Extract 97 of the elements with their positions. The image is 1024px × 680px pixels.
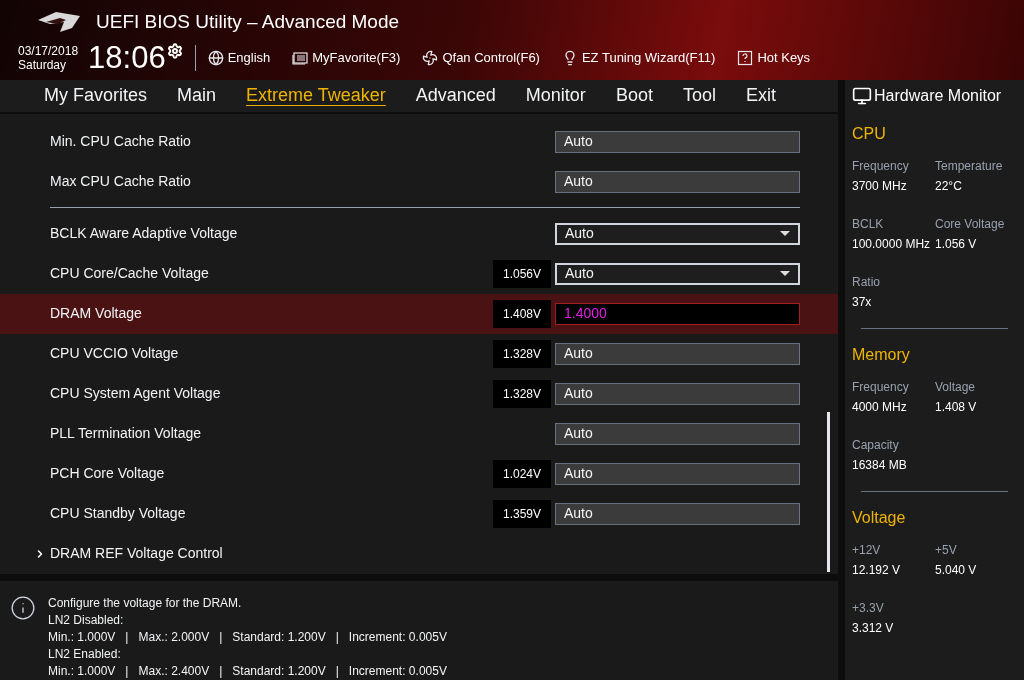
- panel-title: Hardware Monitor: [874, 86, 1002, 106]
- voltage-reading: 1.328V: [493, 379, 551, 408]
- setting-label: PCH Core Voltage: [50, 464, 166, 484]
- metric-value: 37x: [852, 294, 873, 311]
- setting-row[interactable]: DRAM Voltage 1.408V 1.4000: [0, 293, 838, 334]
- metric-value: 12.192 V: [852, 562, 902, 579]
- help-text: LN2 Enabled:: [48, 646, 122, 663]
- value-field[interactable]: Auto: [555, 130, 800, 153]
- metric-value: 3700 MHz: [852, 178, 908, 195]
- voltage-reading: 1.056V: [493, 259, 551, 288]
- menu-tab[interactable]: Tool: [682, 82, 716, 110]
- toolbar-button[interactable]: Qfan Control(F6): [422, 47, 540, 68]
- window-title: UEFI BIOS Utility – Advanced Mode: [96, 10, 400, 34]
- value-field[interactable]: Auto: [555, 382, 800, 405]
- setting-row[interactable]: BCLK Aware Adaptive Voltage Auto: [0, 213, 838, 254]
- metric-value: 3.312 V: [852, 620, 895, 637]
- voltage-reading: 1.408V: [493, 299, 551, 328]
- metric-label: Voltage: [935, 379, 977, 396]
- value-field[interactable]: Auto: [555, 342, 800, 365]
- menu-tab[interactable]: Boot: [615, 82, 653, 110]
- metric-label: +12V: [852, 542, 882, 559]
- dropdown[interactable]: Auto: [555, 222, 800, 245]
- menu-tab[interactable]: Monitor: [525, 82, 586, 110]
- metric-label: Temperature: [935, 158, 1004, 175]
- setting-label: CPU Core/Cache Voltage: [50, 264, 210, 284]
- setting-row[interactable]: CPU Standby Voltage 1.359V Auto: [0, 493, 838, 534]
- value-field[interactable]: Auto: [555, 462, 800, 485]
- setting-row[interactable]: Max CPU Cache Ratio Auto: [0, 161, 838, 202]
- toolbar-button[interactable]: English: [207, 47, 271, 68]
- menu-tab[interactable]: Exit: [745, 82, 776, 110]
- setting-label: CPU VCCIO Voltage: [50, 344, 180, 364]
- input-field[interactable]: 1.4000: [555, 302, 800, 325]
- toolbar-button[interactable]: Hot Keys: [737, 47, 811, 68]
- help-text: LN2 Disabled:: [48, 612, 125, 629]
- value-field[interactable]: Auto: [555, 422, 800, 445]
- metric-label: Ratio: [852, 274, 881, 291]
- setting-label: CPU System Agent Voltage: [50, 384, 222, 404]
- value-field[interactable]: Auto: [555, 502, 800, 525]
- voltage-reading: 1.359V: [493, 499, 551, 528]
- setting-label: Max CPU Cache Ratio: [50, 172, 192, 192]
- voltage-reading: 1.024V: [493, 459, 551, 488]
- caret-icon: [780, 271, 790, 277]
- setting-label: CPU Standby Voltage: [50, 504, 187, 524]
- section-title: CPU: [852, 124, 887, 144]
- help-text: Configure the voltage for the DRAM.: [48, 595, 243, 612]
- menu-tab[interactable]: Advanced: [415, 82, 496, 110]
- setting-row[interactable]: CPU System Agent Voltage 1.328V Auto: [0, 373, 838, 414]
- metric-label: Frequency: [852, 379, 910, 396]
- help-icon: [737, 49, 754, 66]
- metric-value: 1.056 V: [935, 236, 978, 253]
- setting-row[interactable]: PLL Termination Voltage Auto: [0, 413, 838, 454]
- toolbar-button[interactable]: MyFavorite(F3): [292, 47, 401, 68]
- metric-label: +5V: [935, 542, 958, 559]
- info-icon: [10, 595, 36, 621]
- menu-tab[interactable]: My Favorites: [44, 82, 148, 110]
- toolbar-button[interactable]: EZ Tuning Wizard(F11): [561, 47, 716, 68]
- metric-value: 1.408 V: [935, 399, 978, 416]
- metric-value: 4000 MHz: [852, 399, 908, 416]
- logo-icon: [36, 10, 82, 35]
- day-text: Saturday: [18, 57, 68, 72]
- metric-value: 5.040 V: [935, 562, 978, 579]
- setting-label: Min. CPU Cache Ratio: [50, 132, 192, 152]
- section-title: Memory: [852, 345, 911, 365]
- help-text: Min.: 1.000V | Max.: 2.000V | Standard: 1.200V | Increment: 0.005V: [48, 629, 447, 646]
- voltage-reading: 1.328V: [493, 339, 551, 368]
- monitor-icon: [852, 86, 872, 106]
- metric-label: Frequency: [852, 158, 910, 175]
- setting-label: PLL Termination Voltage: [50, 424, 202, 444]
- menu-tab[interactable]: Main: [177, 82, 217, 110]
- metric-label: Capacity: [852, 437, 900, 454]
- metric-label: +3.3V: [852, 600, 885, 617]
- setting-row[interactable]: CPU Core/Cache Voltage 1.056V Auto: [0, 253, 838, 294]
- section-title: Voltage: [852, 508, 907, 528]
- setting-row[interactable]: PCH Core Voltage 1.024V Auto: [0, 453, 838, 494]
- settings-icon[interactable]: [166, 42, 183, 59]
- list-icon: [292, 49, 309, 66]
- menu-tab[interactable]: Extreme Tweaker: [246, 82, 386, 110]
- fan-icon: [422, 49, 439, 66]
- metric-value: 22°C: [935, 178, 963, 195]
- setting-row[interactable]: DRAM REF Voltage Control: [0, 533, 838, 574]
- globe-icon: [207, 49, 224, 66]
- metric-label: BCLK: [852, 216, 885, 233]
- metric-value: 16384 MB: [852, 457, 908, 474]
- scrollbar[interactable]: [827, 411, 830, 572]
- dropdown[interactable]: Auto: [555, 262, 800, 285]
- clock-time: 18:06: [88, 40, 166, 75]
- setting-label: DRAM Voltage: [50, 304, 143, 324]
- date-text: 03/17/2018: [18, 43, 79, 58]
- setting-row[interactable]: CPU VCCIO Voltage 1.328V Auto: [0, 333, 838, 374]
- setting-label: BCLK Aware Adaptive Voltage: [50, 224, 239, 244]
- value-field[interactable]: Auto: [555, 170, 800, 193]
- setting-label: DRAM REF Voltage Control: [50, 544, 224, 564]
- setting-row[interactable]: Min. CPU Cache Ratio Auto: [0, 121, 838, 162]
- caret-icon: [780, 231, 790, 237]
- metric-value: 100.0000 MHz: [852, 236, 932, 253]
- metric-label: Core Voltage: [935, 216, 1006, 233]
- help-text: Min.: 1.000V | Max.: 2.400V | Standard: 1.200V | Increment: 0.005V: [48, 663, 447, 680]
